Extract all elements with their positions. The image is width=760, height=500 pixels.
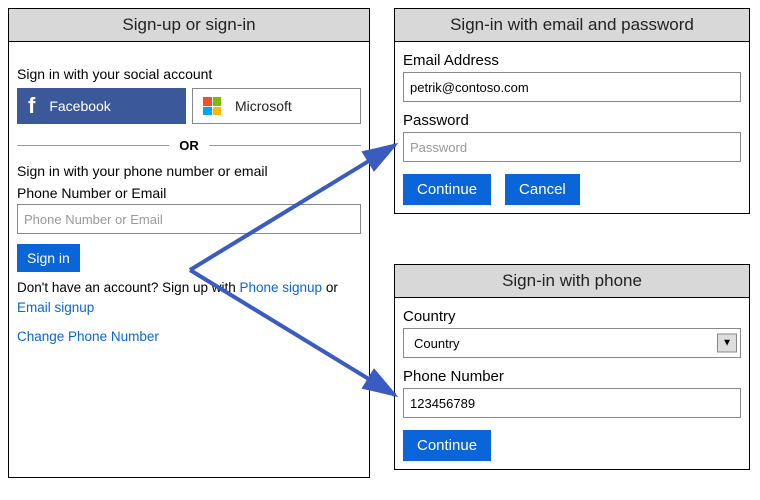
panel-title: Sign-in with phone	[395, 265, 749, 298]
social-label: Sign in with your social account	[17, 66, 361, 82]
phone-email-field-label: Phone Number or Email	[17, 185, 361, 201]
signup-prompt: Don't have an account? Sign up with Phon…	[17, 278, 361, 319]
phone-email-section-label: Sign in with your phone number or email	[17, 163, 361, 179]
signin-email-panel: Sign-in with email and password Email Ad…	[394, 8, 750, 214]
panel-title: Sign-up or sign-in	[9, 9, 369, 42]
or-divider: OR	[17, 138, 361, 153]
password-input[interactable]	[403, 132, 741, 162]
phone-signup-link[interactable]: Phone signup	[239, 280, 322, 295]
signup-signin-panel: Sign-up or sign-in Sign in with your soc…	[8, 8, 370, 478]
facebook-icon: f	[28, 95, 35, 117]
signin-button[interactable]: Sign in	[17, 244, 80, 272]
change-phone-link[interactable]: Change Phone Number	[17, 329, 159, 344]
email-input[interactable]	[403, 72, 741, 102]
panel-title: Sign-in with email and password	[395, 9, 749, 42]
divider-label: OR	[179, 138, 199, 153]
country-select[interactable]: Country	[403, 328, 741, 358]
microsoft-label: Microsoft	[235, 98, 292, 114]
phone-or-email-input[interactable]	[17, 204, 361, 234]
continue-button[interactable]: Continue	[403, 174, 491, 205]
password-label: Password	[403, 112, 741, 129]
continue-button[interactable]: Continue	[403, 430, 491, 461]
microsoft-button[interactable]: Microsoft	[192, 88, 361, 124]
microsoft-icon	[203, 97, 221, 115]
phone-number-label: Phone Number	[403, 368, 741, 385]
country-label: Country	[403, 308, 741, 325]
email-label: Email Address	[403, 52, 741, 69]
cancel-button[interactable]: Cancel	[505, 174, 580, 205]
facebook-label: Facebook	[49, 98, 110, 114]
phone-number-input[interactable]	[403, 388, 741, 418]
email-signup-link[interactable]: Email signup	[17, 300, 94, 315]
signin-phone-panel: Sign-in with phone Country Country ▼ Pho…	[394, 264, 750, 470]
facebook-button[interactable]: f Facebook	[17, 88, 186, 124]
